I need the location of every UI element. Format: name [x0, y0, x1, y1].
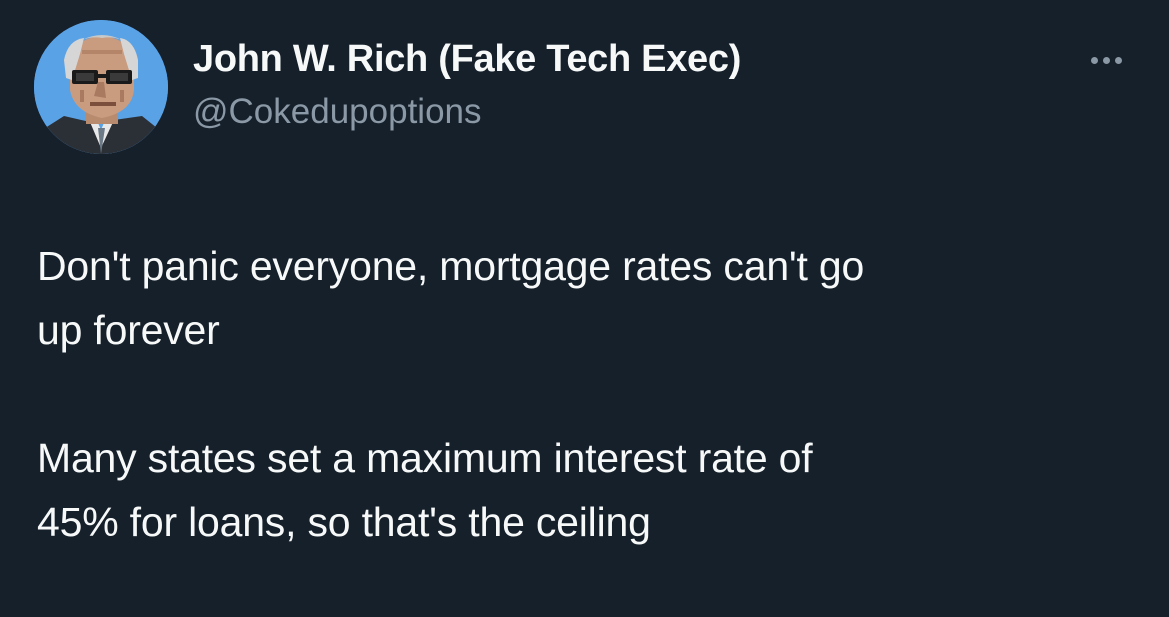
- more-horizontal-icon: [1102, 56, 1110, 64]
- pixel-art-old-man-avatar-icon: [34, 20, 168, 154]
- more-options-button[interactable]: [1082, 48, 1130, 72]
- more-horizontal-icon: [1090, 56, 1098, 64]
- author-avatar[interactable]: [34, 20, 168, 154]
- author-handle[interactable]: @Cokedupoptions: [193, 92, 482, 132]
- more-horizontal-icon: [1114, 56, 1122, 64]
- author-display-name[interactable]: John W. Rich (Fake Tech Exec): [193, 38, 741, 81]
- tweet-text: Don't panic everyone, mortgage rates can…: [37, 234, 1137, 554]
- tweet-paragraph: Many states set a maximum interest rate …: [37, 435, 813, 545]
- tweet-paragraph: Don't panic everyone, mortgage rates can…: [37, 243, 865, 353]
- tweet-card: John W. Rich (Fake Tech Exec) @Cokedupop…: [0, 0, 1169, 617]
